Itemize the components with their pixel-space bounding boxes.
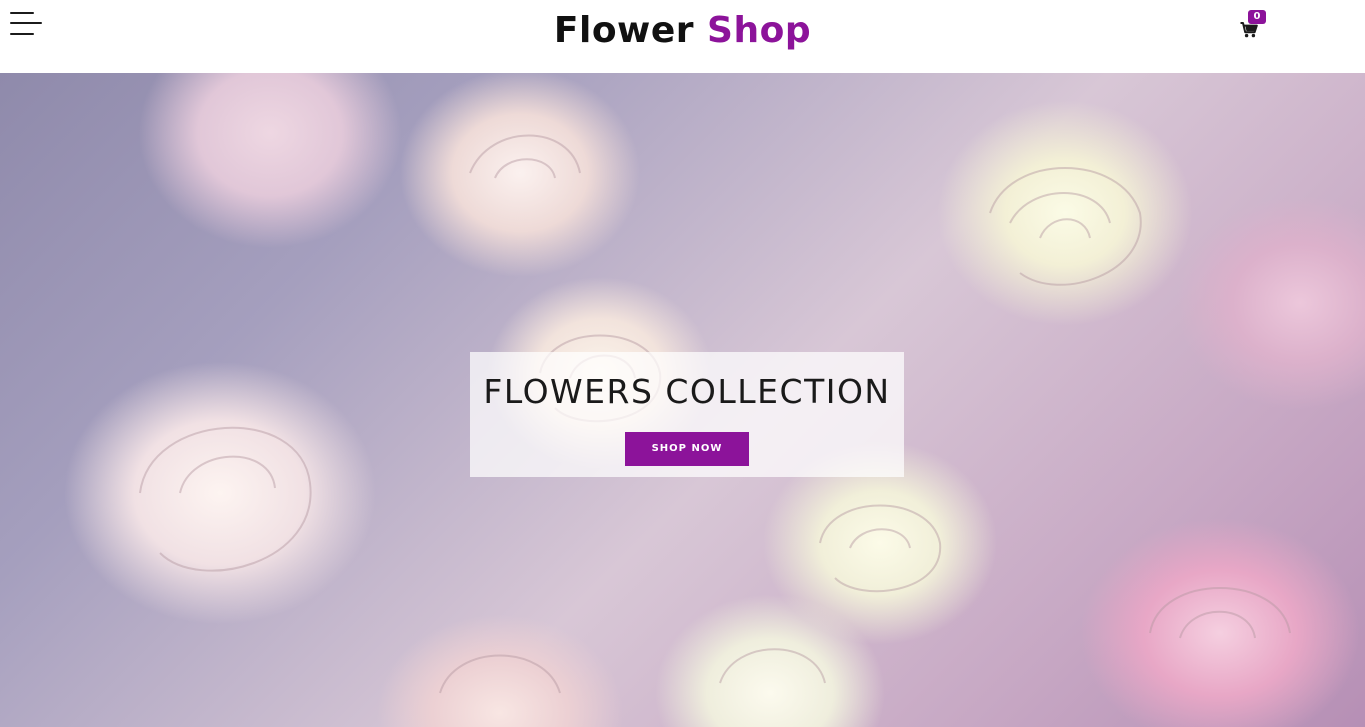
promo-card: FLOWERS COLLECTION SHOP NOW xyxy=(470,352,904,477)
logo-word-flower: Flower xyxy=(553,10,694,51)
cart-button[interactable]: 0 xyxy=(1238,10,1266,42)
logo-word-shop: Shop xyxy=(707,10,812,51)
cart-count-badge: 0 xyxy=(1248,10,1266,24)
site-header: Flower Shop 0 xyxy=(0,0,1365,73)
site-logo[interactable]: Flower Shop xyxy=(0,9,1365,53)
hero-banner: FLOWERS COLLECTION SHOP NOW xyxy=(0,73,1365,727)
shopping-cart-icon xyxy=(1240,22,1258,38)
shop-now-button[interactable]: SHOP NOW xyxy=(625,432,749,466)
hero-title: FLOWERS COLLECTION xyxy=(483,372,891,411)
